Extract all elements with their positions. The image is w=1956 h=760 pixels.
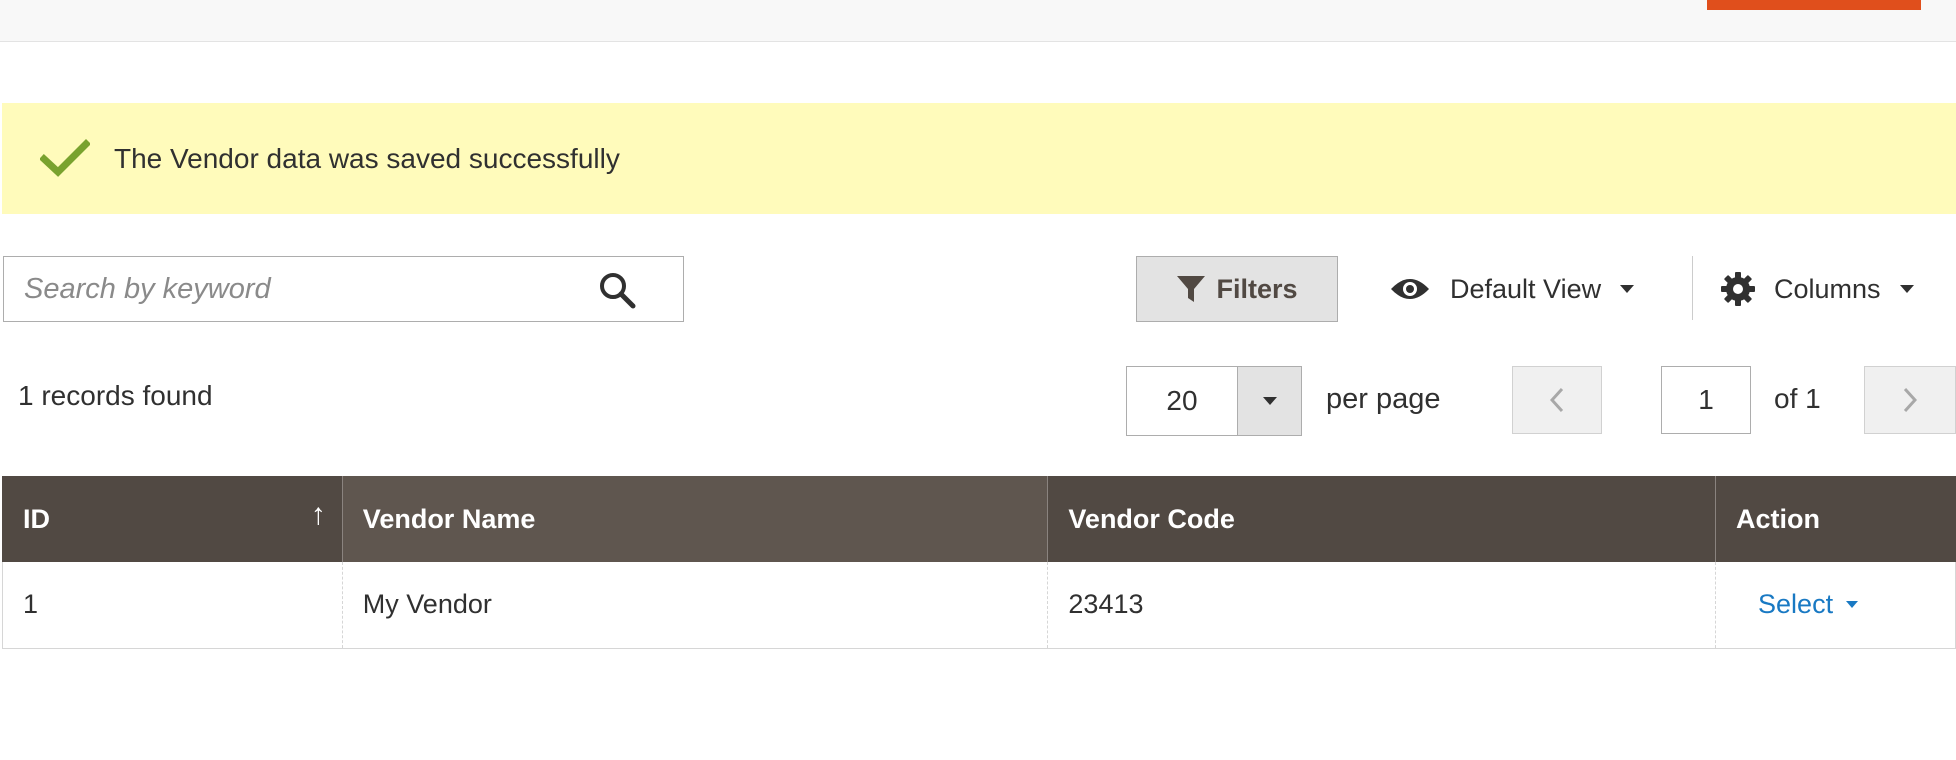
table-row: 1 My Vendor 23413 Select [2, 562, 1956, 649]
next-page-button[interactable] [1864, 366, 1956, 434]
cell-action: Select [1715, 562, 1956, 649]
select-action-dropdown[interactable]: Select [1758, 589, 1859, 620]
per-page-toggle[interactable] [1237, 367, 1301, 435]
previous-page-button[interactable] [1512, 366, 1602, 434]
total-pages-label: of 1 [1774, 383, 1821, 414]
primary-action-button[interactable] [1707, 0, 1921, 10]
cell-vendor-name: My Vendor [341, 562, 1048, 649]
view-label: Default View [1450, 273, 1602, 304]
eye-icon [1391, 279, 1429, 299]
chevron-down-icon [1262, 397, 1277, 405]
search-icon [600, 273, 636, 309]
column-header-vendor-code[interactable]: Vendor Code [1047, 476, 1716, 562]
search-button[interactable] [592, 268, 642, 312]
chevron-down-icon [1846, 601, 1859, 609]
gear-icon [1721, 272, 1755, 306]
records-count: 1 records found [18, 380, 213, 411]
chevron-left-icon [1550, 387, 1564, 413]
per-page-label: per page [1326, 383, 1441, 415]
cell-id: 1 [2, 562, 343, 649]
per-page-value[interactable]: 20 [1127, 367, 1237, 435]
columns-label: Columns [1774, 273, 1881, 304]
column-header-action: Action [1715, 476, 1956, 562]
select-action-label: Select [1758, 589, 1834, 620]
grid-header-row: ID ↑ Vendor Name Vendor Code Action [2, 476, 1956, 562]
cell-vendor-code: 23413 [1047, 562, 1716, 649]
column-header-id[interactable]: ID ↑ [2, 476, 343, 562]
columns-button[interactable]: Columns [1720, 256, 1956, 322]
chevron-right-icon [1903, 387, 1917, 413]
toolbar-divider [1692, 256, 1693, 320]
sort-ascending-icon: ↑ [310, 498, 326, 531]
funnel-icon [1177, 276, 1206, 302]
view-switcher[interactable]: Default View [1390, 256, 1660, 322]
filters-button[interactable]: Filters [1136, 256, 1338, 322]
current-page-input[interactable]: 1 [1661, 366, 1751, 434]
chevron-down-icon [1620, 285, 1635, 293]
filters-label: Filters [1216, 273, 1298, 304]
chevron-down-icon [1899, 285, 1914, 293]
vendor-grid: ID ↑ Vendor Name Vendor Code Action 1 My… [2, 476, 1956, 649]
search-box [3, 256, 684, 322]
checkmark-icon [40, 138, 90, 177]
search-input[interactable] [4, 257, 564, 321]
per-page-select[interactable]: 20 [1126, 366, 1302, 436]
page-actions-bar [0, 0, 1956, 42]
success-message: The Vendor data was saved successfully [2, 103, 1956, 214]
column-header-vendor-name[interactable]: Vendor Name [341, 476, 1048, 562]
success-message-text: The Vendor data was saved successfully [114, 142, 620, 174]
